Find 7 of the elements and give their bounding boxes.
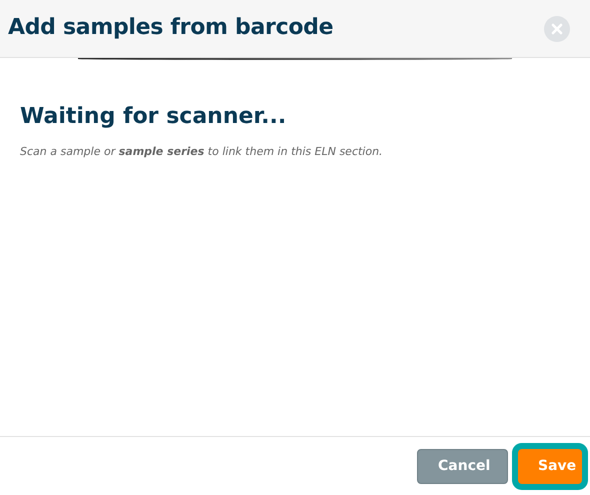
- save-button[interactable]: Save: [518, 448, 582, 484]
- dialog-title: Add samples from barcode: [8, 15, 334, 42]
- cancel-button[interactable]: Cancel: [417, 448, 508, 484]
- status-heading: Waiting for scanner...: [20, 104, 288, 130]
- hint-text: Scan a sample or sample series to link them in this ELN section.: [20, 144, 384, 160]
- close-button[interactable]: [544, 16, 570, 42]
- close-icon: [551, 22, 563, 34]
